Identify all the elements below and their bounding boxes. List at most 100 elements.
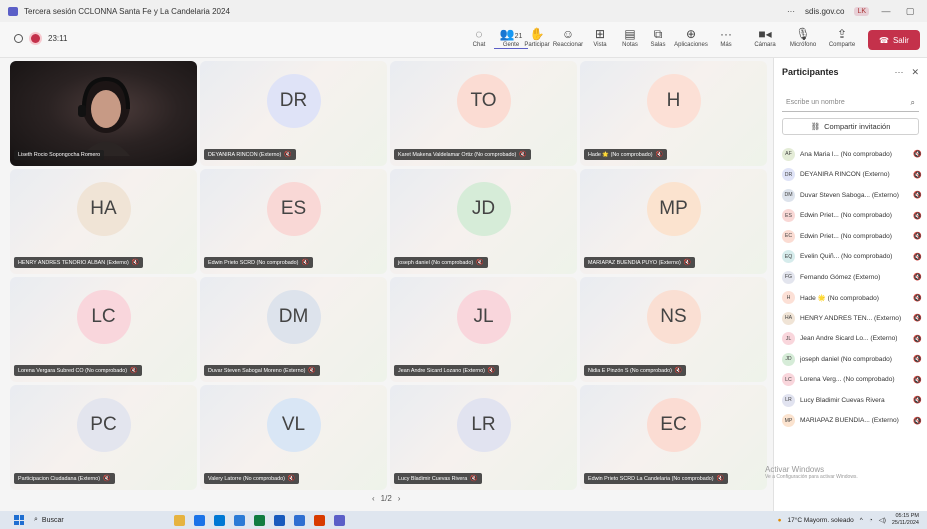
prev-page-button[interactable]: ‹: [372, 494, 375, 503]
next-page-button[interactable]: ›: [398, 494, 401, 503]
participant-row[interactable]: EC Edwin Priet... (No comprobado) 🔇: [774, 226, 927, 247]
participant-tile[interactable]: LC Lorena Vergara Subred CO (No comprobad…: [10, 277, 197, 382]
excel-icon[interactable]: [254, 514, 265, 526]
apps-icon: ⊕: [685, 27, 697, 41]
mic-off-icon: 🔇: [131, 260, 140, 266]
react-button[interactable]: ☺ Reaccionar: [551, 26, 585, 48]
chat-button[interactable]: ◌ Chat: [462, 26, 496, 48]
participant-tile[interactable]: TO Karet Makena Valdelamar Ortiz (No comp…: [390, 61, 577, 166]
participant-avatar: EC: [646, 397, 701, 452]
store-icon[interactable]: [214, 514, 225, 526]
camera-button[interactable]: ■◂ Cámara: [748, 26, 782, 48]
participant-row[interactable]: LR Lucy Bladimir Cuevas Rivera 🔇: [774, 390, 927, 411]
participant-tile[interactable]: H Hade 🌟 (No comprobado) 🔇: [580, 61, 767, 166]
mic-off-icon: 🔇: [301, 260, 309, 266]
teams-icon[interactable]: [334, 514, 345, 526]
mic-off-icon: 🔇: [519, 152, 527, 158]
participant-name: Edwin Prieto SCRD La Candelaria (No comp…: [588, 475, 714, 482]
mic-off-icon: 🔇: [913, 417, 922, 425]
participant-name: MARIAPAZ BUENDIA... (Externo): [800, 417, 899, 425]
participant-row[interactable]: ES Edwin Priet... (No comprobado) 🔇: [774, 206, 927, 227]
weather-text[interactable]: 17°C Mayorm. soleado: [788, 517, 854, 524]
participant-row[interactable]: HA HENRY ANDRES TEN... (Externo) 🔇: [774, 308, 927, 329]
participant-tile[interactable]: DR DEYANIRA RINCON (Externo) 🔇: [200, 61, 387, 166]
participant-name-tag: DEYANIRA RINCON (Externo) 🔇: [204, 149, 296, 160]
restore-button[interactable]: ▢: [903, 6, 917, 17]
mic-off-icon: 🔇: [476, 260, 484, 266]
share-button[interactable]: ⇪ Comparte: [825, 26, 859, 48]
people-icon: 👥21: [499, 27, 523, 41]
participant-row[interactable]: DM Duvar Steven Saboga... (Externo) 🔇: [774, 185, 927, 206]
outlook-icon[interactable]: [294, 514, 305, 526]
participant-tile[interactable]: ES Edwin Prieto SCRD (No comprobado) 🔇: [200, 169, 387, 274]
title-bar: Tercera sesión CCLONNA Santa Fe y La Can…: [0, 0, 927, 22]
tray-chevron-icon[interactable]: ^: [860, 517, 863, 524]
participant-name: Lorena Vergara Subred CO (No comprobado): [18, 367, 128, 374]
system-tray: ● 17°C Mayorm. soleado ^ ◔ ◁) 05:15 PM 2…: [778, 513, 927, 527]
participant-avatar: LC: [782, 373, 795, 387]
mic-off-icon: 🔇: [913, 192, 922, 200]
taskbar-search[interactable]: ⌕ Buscar: [34, 516, 144, 524]
participant-tile[interactable]: VL Valery Latorre (No comprobado) 🔇: [200, 385, 387, 490]
participant-tile[interactable]: JD joseph daniel (No comprobado) 🔇: [390, 169, 577, 274]
participant-name: DEYANIRA RINCON (Externo): [800, 171, 890, 179]
participant-tile[interactable]: PC Participacion Ciudadana (Externo) 🔇: [10, 385, 197, 490]
volume-icon[interactable]: ◁): [879, 516, 886, 524]
mic-off-icon: 🔇: [913, 233, 922, 241]
panel-close-button[interactable]: ✕: [911, 67, 919, 78]
participant-tile[interactable]: DM Duvar Steven Sabogal Moreno (Externo) 🔇: [200, 277, 387, 382]
participant-row[interactable]: DR DEYANIRA RINCON (Externo) 🔇: [774, 165, 927, 186]
participant-name-tag: Edwin Prieto SCRD La Candelaria (No comp…: [584, 473, 729, 484]
participant-name: Jean Andre Sicard Lozano (Externo): [398, 367, 485, 374]
participant-avatar: DM: [782, 188, 795, 202]
participant-tile[interactable]: LR Lucy Bladimir Cuevas Rivera 🔇: [390, 385, 577, 490]
participant-row[interactable]: AF Ana Maria l... (No comprobado) 🔇: [774, 144, 927, 165]
raise-hand-button[interactable]: ✋ Participar: [520, 26, 554, 48]
file-explorer-icon[interactable]: [174, 514, 185, 526]
participant-name: DEYANIRA RINCON (Externo): [208, 151, 282, 158]
participant-tile[interactable]: NS Nidia E Pinzón S (No comprobado) 🔇: [580, 277, 767, 382]
participant-tile[interactable]: JL Jean Andre Sicard Lozano (Externo) 🔇: [390, 277, 577, 382]
participant-row[interactable]: FG Fernando Gómez (Externo) 🔇: [774, 267, 927, 288]
rooms-button[interactable]: ⧉ Salas: [641, 26, 675, 48]
powerpoint-icon[interactable]: [314, 514, 325, 526]
mic-off-icon: 🔇: [913, 151, 922, 159]
participant-tile[interactable]: HA HENRY ANDRES TENORIO ALBAN (Externo) 🔇: [10, 169, 197, 274]
account-avatar[interactable]: LK: [854, 6, 869, 16]
more-icon[interactable]: ···: [787, 7, 795, 16]
mic-off-icon: 🔇: [913, 315, 922, 323]
participant-row[interactable]: JD joseph daniel (No comprobado) 🔇: [774, 349, 927, 370]
browser-icon[interactable]: [194, 514, 205, 526]
clock[interactable]: 05:15 PM 25/11/2024: [892, 513, 919, 527]
share-invite-button[interactable]: ⛓ Compartir invitación: [782, 118, 919, 135]
participant-name-tag: MARIAPAZ BUENDIA PUYO (Externo) 🔇: [584, 257, 696, 268]
participant-row[interactable]: JL Jean Andre Sicard Lo... (Externo) 🔇: [774, 329, 927, 350]
network-icon[interactable]: ◔: [869, 517, 873, 524]
leave-button[interactable]: ☎ Salir: [868, 30, 920, 50]
participant-tile[interactable]: Liseth Rocio Sopongocha Romero: [10, 61, 197, 166]
participant-avatar: DR: [782, 168, 795, 182]
participant-tile[interactable]: EC Edwin Prieto SCRD La Candelaria (No co…: [580, 385, 767, 490]
participant-row[interactable]: H Hade 🌟 (No comprobado) 🔇: [774, 288, 927, 309]
participant-name: Valery Latorre (No comprobado): [208, 475, 285, 482]
more-button[interactable]: ··· Más: [709, 26, 743, 48]
participant-row[interactable]: EQ Evelin Quiñ... (No comprobado) 🔇: [774, 247, 927, 268]
word-icon[interactable]: [274, 514, 285, 526]
participant-row[interactable]: MP MARIAPAZ BUENDIA... (Externo) 🔇: [774, 411, 927, 432]
participant-name: Lucy Bladimir Cuevas Rivera: [800, 396, 885, 404]
account-domain[interactable]: sdis.gov.co: [805, 7, 844, 16]
apps-button[interactable]: ⊕ Aplicaciones: [674, 26, 708, 48]
mail-icon[interactable]: [234, 514, 245, 526]
participant-avatar: FG: [782, 270, 795, 284]
hand-icon: ✋: [529, 27, 545, 41]
view-button[interactable]: ⊞ Vista: [583, 26, 617, 48]
panel-more-button[interactable]: ···: [894, 67, 903, 78]
minimize-button[interactable]: —: [879, 6, 893, 16]
participant-avatar: JD: [456, 181, 511, 236]
participant-search-input[interactable]: Escribe un nombre ⌕: [782, 94, 919, 112]
chat-icon: ◌: [475, 27, 483, 41]
participant-tile[interactable]: MP MARIAPAZ BUENDIA PUYO (Externo) 🔇: [580, 169, 767, 274]
participant-row[interactable]: LC Lorena Verg... (No comprobado) 🔇: [774, 370, 927, 391]
windows-start-icon[interactable]: [14, 515, 24, 525]
mic-button[interactable]: 🎙 Micrófono: [786, 26, 820, 48]
